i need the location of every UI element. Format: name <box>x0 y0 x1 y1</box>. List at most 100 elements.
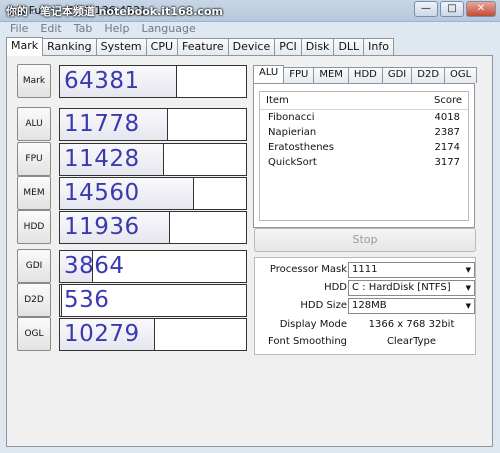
menu-bar: File Edit Tab Help Language <box>0 22 500 36</box>
score-row-d2d: D2D 536 <box>17 283 249 317</box>
list-item[interactable]: QuickSort 3177 <box>260 155 468 170</box>
window-controls: — □ ✕ <box>414 1 496 17</box>
minimize-icon[interactable]: — <box>414 1 438 17</box>
list-item[interactable]: Napierian 2387 <box>260 125 468 140</box>
font-smoothing-label: Font Smoothing <box>268 336 347 347</box>
display-mode-label: Display Mode <box>279 319 347 330</box>
hdd-row: HDD C : HardDisk [NTFS] ▼ <box>255 280 477 296</box>
menu-edit[interactable]: Edit <box>40 22 61 36</box>
gdi-button[interactable]: GDI <box>17 249 51 283</box>
processor-mask-label: Processor Mask <box>269 264 347 275</box>
chevron-down-icon: ▼ <box>465 302 471 310</box>
score-box-mark: 64381 <box>59 65 247 98</box>
score-row-gdi: GDI 3864 <box>17 249 249 283</box>
score-box-ogl: 10279 <box>59 318 247 351</box>
tab-pci[interactable]: PCI <box>274 38 302 55</box>
score-row-mem: MEM 14560 <box>17 176 249 210</box>
tab-mark[interactable]: Mark <box>6 37 44 56</box>
item-name: Fibonacci <box>268 112 315 123</box>
tab-ranking[interactable]: Ranking <box>42 38 97 55</box>
tab-device[interactable]: Device <box>227 38 276 55</box>
column-item[interactable]: Item <box>266 92 289 109</box>
score-row-hdd: HDD 11936 <box>17 210 249 244</box>
tab-cpu[interactable]: CPU <box>145 38 179 55</box>
main-tabs: Mark Ranking System CPU Feature Device P… <box>6 37 394 56</box>
detail-tab-alu[interactable]: ALU <box>253 65 285 83</box>
hdd-size-select[interactable]: 128MB ▼ <box>348 298 475 314</box>
tab-disk[interactable]: Disk <box>300 38 335 55</box>
score-value-mark: 64381 <box>64 68 140 94</box>
processor-mask-select[interactable]: 1111 ▼ <box>348 262 475 278</box>
title-bar: Q... Fu... ... [0.9.136.452] 你的 · 笔记本频道 … <box>0 0 500 22</box>
watermark: 你的 · 笔记本频道 notebook.it168.com <box>6 5 223 18</box>
processor-mask-row: Processor Mask 1111 ▼ <box>255 262 477 278</box>
score-value-mem: 14560 <box>64 180 140 206</box>
score-box-gdi: 3864 <box>59 250 247 283</box>
hdd-button[interactable]: HDD <box>17 210 51 244</box>
maximize-icon[interactable]: □ <box>440 1 464 17</box>
tab-feature[interactable]: Feature <box>177 38 229 55</box>
processor-mask-value: 1111 <box>352 264 378 275</box>
item-score: 3177 <box>434 157 460 168</box>
detail-tabs: ALU FPU MEM HDD GDI D2D OGL <box>253 65 478 83</box>
menu-tab[interactable]: Tab <box>74 22 93 36</box>
hdd-size-label: HDD Size <box>300 300 347 311</box>
score-row-fpu: FPU 11428 <box>17 142 249 176</box>
hdd-size-row: HDD Size 128MB ▼ <box>255 298 477 314</box>
hdd-label: HDD <box>324 282 347 293</box>
list-item[interactable]: Fibonacci 4018 <box>260 110 468 125</box>
tab-dll[interactable]: DLL <box>333 38 365 55</box>
hdd-size-value: 128MB <box>352 300 387 311</box>
font-smoothing-row: Font Smoothing ClearType <box>255 334 477 350</box>
score-bar-d2d <box>60 285 62 316</box>
detail-tab-d2d[interactable]: D2D <box>411 67 446 83</box>
detail-tab-gdi[interactable]: GDI <box>381 67 413 83</box>
menu-file[interactable]: File <box>10 22 28 36</box>
detail-tab-ogl[interactable]: OGL <box>444 67 478 83</box>
detail-list[interactable]: Item Score Fibonacci 4018 Napierian 2387… <box>259 91 469 221</box>
list-item[interactable]: Eratosthenes 2174 <box>260 140 468 155</box>
detail-tab-hdd[interactable]: HDD <box>347 67 383 83</box>
ogl-button[interactable]: OGL <box>17 317 51 351</box>
detail-tab-fpu[interactable]: FPU <box>283 67 315 83</box>
close-icon[interactable]: ✕ <box>466 1 496 17</box>
score-value-ogl: 10279 <box>64 321 140 347</box>
stop-button[interactable]: Stop <box>254 228 476 252</box>
item-name: Eratosthenes <box>268 142 334 153</box>
display-mode-row: Display Mode 1366 x 768 32bit <box>255 317 477 333</box>
score-row-ogl: OGL 10279 <box>17 317 249 351</box>
mark-panel: Mark 64381 ALU 11778 FPU 11428 MEM 14560… <box>6 55 493 447</box>
font-smoothing-value: ClearType <box>386 336 437 347</box>
tab-system[interactable]: System <box>95 38 147 55</box>
hdd-select[interactable]: C : HardDisk [NTFS] ▼ <box>348 280 475 296</box>
chevron-down-icon: ▼ <box>465 266 471 274</box>
list-header: Item Score <box>260 92 468 110</box>
fpu-button[interactable]: FPU <box>17 142 51 176</box>
item-name: Napierian <box>268 127 317 138</box>
mem-button[interactable]: MEM <box>17 176 51 210</box>
detail-tab-mem[interactable]: MEM <box>313 67 349 83</box>
menu-language[interactable]: Language <box>141 22 195 36</box>
column-score[interactable]: Score <box>434 92 462 109</box>
score-value-fpu: 11428 <box>64 146 140 172</box>
score-value-d2d: 536 <box>64 287 110 313</box>
item-name: QuickSort <box>268 157 317 168</box>
score-box-d2d: 536 <box>59 284 247 317</box>
tab-info[interactable]: Info <box>363 38 394 55</box>
settings-panel: Processor Mask 1111 ▼ HDD C : HardDisk [… <box>254 257 476 355</box>
score-value-hdd: 11936 <box>64 214 140 240</box>
detail-panel: Item Score Fibonacci 4018 Napierian 2387… <box>253 83 475 228</box>
score-box-mem: 14560 <box>59 177 247 210</box>
score-row-mark: Mark 64381 <box>17 64 249 98</box>
menu-help[interactable]: Help <box>104 22 129 36</box>
score-value-gdi: 3864 <box>64 253 125 279</box>
score-box-fpu: 11428 <box>59 143 247 176</box>
score-value-alu: 11778 <box>64 111 140 137</box>
alu-button[interactable]: ALU <box>17 107 51 141</box>
chevron-down-icon: ▼ <box>465 284 471 292</box>
d2d-button[interactable]: D2D <box>17 283 51 317</box>
item-score: 4018 <box>434 112 460 123</box>
mark-button[interactable]: Mark <box>17 64 51 98</box>
score-row-alu: ALU 11778 <box>17 107 249 141</box>
item-score: 2387 <box>434 127 460 138</box>
